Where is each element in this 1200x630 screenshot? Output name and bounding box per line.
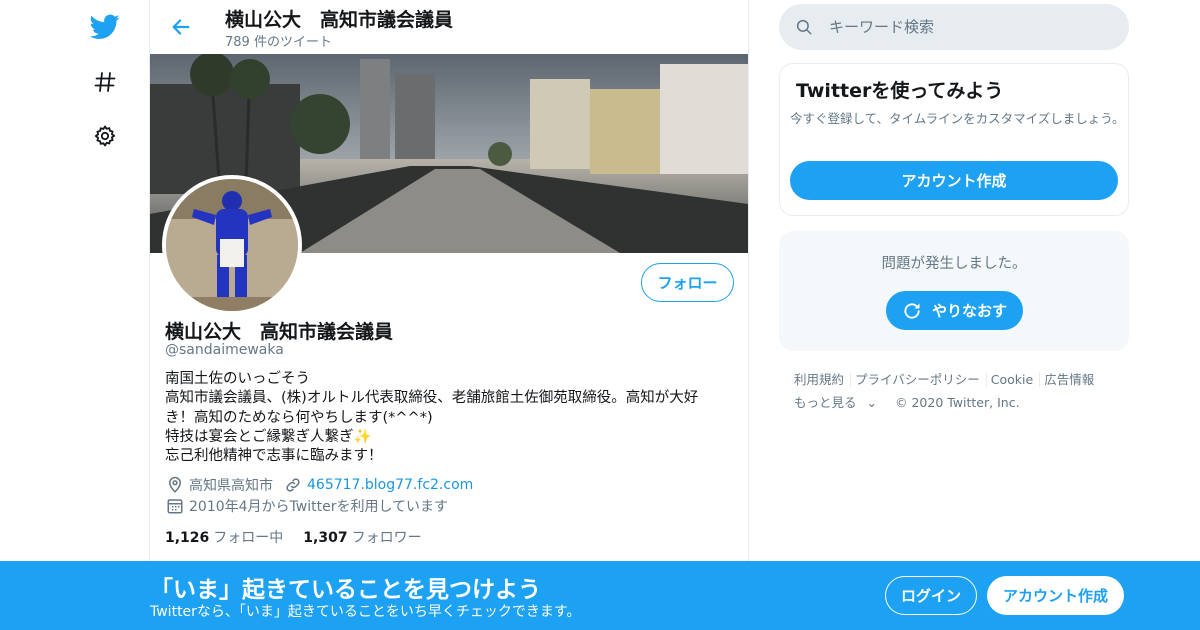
profile-handle: @sandaimewaka [165,342,284,358]
header-title: 横山公大 高知市議会議員 [225,9,454,31]
hashtag-icon [94,72,116,92]
search-icon [795,17,815,37]
footer-link-cookie[interactable]: Cookie [985,372,1034,387]
footer-link-terms[interactable]: 利用規約 [794,372,844,387]
footer-more-button[interactable]: もっと見る ⌄ [794,395,883,410]
create-account-button[interactable]: アカウント作成 [790,161,1118,200]
error-message: 問題が発生しました。 [881,256,1027,272]
footer-links: 利用規約 プライバシーポリシー Cookie 広告情報 もっと見る ⌄ © 2020 T… [794,368,1124,414]
footer-copyright: © 2020 Twitter, Inc. [894,395,1020,410]
profile-bio: 南国土佐のいっごそう 高知市議会議員、(株)オルトル代表取締役、老舗旅館土佐御苑… [165,370,735,466]
profile-meta-joined: 2010年4月からTwitterを利用しています [165,496,448,516]
profile-column: 横山公大 高知市議会議員 789 件のツイート フォロー 横山公大 高知市議会議… [149,0,749,630]
following-count: 1,126 [165,530,210,546]
profile-website-link[interactable]: 465717.blog77.fc2.com [307,477,473,493]
signup-card-title: Twitterを使ってみよう [796,80,1004,102]
login-button[interactable]: ログイン [885,576,977,615]
profile-joined-date: 2010年4月からTwitterを利用しています [189,499,449,515]
avatar-photo [166,179,298,311]
following-label: フォロー中 [213,530,284,546]
profile-stats: 1,126 フォロー中 1,307 フォロワー [165,527,442,547]
signup-card-description: 今すぐ登録して、タイムラインをカスタマイズしましょう。 [790,111,1125,126]
bottom-bar-headline: 「いま」起きていることを見つけよう [150,577,541,603]
tweet-count: 789 件のツイート [225,35,332,50]
bio-line: き！高知のためなら何やちします(*^^*) [165,409,433,426]
profile-location: 高知県高知市 [189,478,273,494]
followers-label: フォロワー [351,530,422,546]
bottom-signup-bar: 「いま」起きていることを見つけよう Twitterなら、「いま」起きていることを… [0,561,1200,630]
search-input[interactable] [829,18,1109,36]
gear-icon [94,125,116,147]
footer-more-label: もっと見る [794,395,857,410]
profile-header: 横山公大 高知市議会議員 789 件のツイート [150,0,748,53]
refresh-icon [902,301,922,321]
link-icon [283,475,303,495]
profile-meta-location-website: 高知県高知市 465717.blog77.fc2.com [165,475,473,495]
back-button[interactable] [164,10,198,44]
twitter-bird-icon [90,14,120,39]
calendar-icon [165,496,185,516]
settings-link[interactable] [80,114,130,158]
search-box[interactable] [779,4,1129,50]
location-pin-icon [165,475,185,495]
profile-avatar[interactable] [162,175,302,315]
bio-line: 忘己利他精神で志事に臨みます！ [165,448,383,465]
retry-button[interactable]: やりなおす [886,291,1023,330]
footer-link-ads-info[interactable]: 広告情報 [1039,372,1095,387]
retry-label: やりなおす [931,302,1007,320]
explore-link[interactable] [80,60,130,104]
follow-button[interactable]: フォロー [641,263,734,302]
bio-line: 高知市議会議員、(株)オルトル代表取締役、老舗旅館土佐御苑取締役。高知が大好 [165,390,699,407]
following-stat[interactable]: 1,126 フォロー中 [165,527,283,547]
bottom-bar-subtext: Twitterなら、「いま」起きていることをいち早くチェックできます。 [150,604,581,620]
profile-name: 横山公大 高知市議会議員 [165,321,394,343]
signup-card: Twitterを使ってみよう 今すぐ登録して、タイムラインをカスタマイズしましょ… [779,63,1129,216]
chevron-down-icon: ⌄ [866,395,877,410]
bio-line: 南国土佐のいっごそう [165,371,310,387]
footer-link-privacy[interactable]: プライバシーポリシー [850,372,980,387]
error-card: 問題が発生しました。 やりなおす [779,231,1129,351]
twitter-logo-link[interactable] [80,5,130,49]
left-nav [80,0,130,630]
bio-line: 特技は宴会とご縁繋ぎ人繋ぎ✨ [165,428,372,445]
signup-button[interactable]: アカウント作成 [987,576,1124,615]
back-arrow-icon [172,19,190,35]
followers-stat[interactable]: 1,307 フォロワー [303,527,421,547]
followers-count: 1,307 [303,530,348,546]
